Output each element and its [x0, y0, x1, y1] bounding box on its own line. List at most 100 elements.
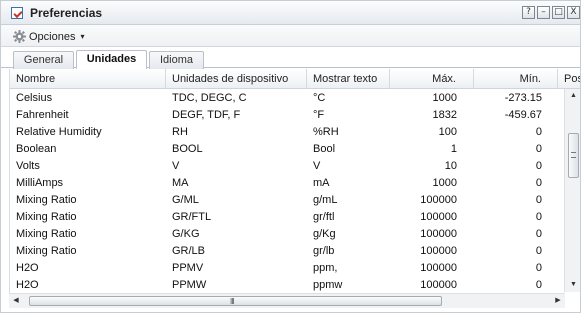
preferences-window: Preferencias ? – □ X Opciones ▾ General …: [0, 0, 581, 313]
cell-min: 0: [535, 279, 542, 291]
cell-mostrar-texto: V: [313, 160, 321, 172]
cell-unidades: GR/FTL: [172, 211, 212, 223]
table-row[interactable]: Mixing Ratio G/KG g/Kg 100000 0: [10, 226, 580, 243]
vertical-scrollbar[interactable]: ▲ ▼: [564, 89, 580, 292]
cell-nombre: H2O: [16, 262, 39, 274]
cell-mostrar-texto: g/mL: [313, 194, 338, 206]
cell-min: 0: [535, 160, 542, 172]
cell-max: 1: [450, 143, 457, 155]
cell-max: 10: [444, 160, 457, 172]
cell-min: 0: [535, 211, 542, 223]
column-header-unidades[interactable]: Unidades de dispositivo: [166, 69, 307, 89]
cell-unidades: MA: [172, 177, 189, 189]
grip-icon: [571, 152, 576, 158]
table-row[interactable]: Mixing Ratio GR/LB gr/lb 100000 0: [10, 243, 580, 260]
cell-unidades: V: [172, 160, 180, 172]
tab-unidades[interactable]: Unidades: [76, 50, 147, 69]
cell-unidades: GR/LB: [172, 245, 206, 257]
close-button[interactable]: X: [567, 6, 580, 19]
cell-mostrar-texto: °F: [313, 109, 325, 121]
cell-nombre: MilliAmps: [16, 177, 64, 189]
cell-unidades: BOOL: [172, 143, 203, 155]
horizontal-scroll-thumb[interactable]: III: [29, 296, 442, 306]
table-row[interactable]: Boolean BOOL Bool 1 0: [10, 141, 580, 158]
vertical-scroll-thumb[interactable]: [568, 133, 579, 178]
scroll-right-icon[interactable]: ▶: [551, 294, 565, 308]
options-menu-button[interactable]: Opciones ▾: [13, 29, 85, 44]
table-row[interactable]: H2O PPMV ppm, 100000 0: [10, 260, 580, 277]
window-controls: ? – □ X: [522, 6, 580, 19]
cell-mostrar-texto: ppm,: [313, 262, 338, 274]
cell-min: 0: [535, 177, 542, 189]
column-header-nombre[interactable]: Nombre: [10, 69, 166, 89]
tab-idioma[interactable]: Idioma: [149, 51, 204, 69]
minimize-button[interactable]: –: [537, 6, 550, 19]
cell-nombre: Mixing Ratio: [16, 228, 77, 240]
cell-min: 0: [535, 245, 542, 257]
cell-max: 1000: [432, 177, 457, 189]
table-row[interactable]: Mixing Ratio GR/FTL gr/ftl 100000 0: [10, 209, 580, 226]
cell-max: 1832: [432, 109, 457, 121]
cell-max: 100000: [420, 279, 457, 291]
tab-general[interactable]: General: [13, 51, 74, 69]
help-button[interactable]: ?: [522, 6, 535, 19]
title-bar: Preferencias ? – □ X: [1, 1, 580, 25]
window-title: Preferencias: [30, 6, 103, 20]
scroll-left-icon[interactable]: ◀: [9, 294, 23, 308]
cell-mostrar-texto: Bool: [313, 143, 336, 155]
cell-min: 0: [535, 228, 542, 240]
cell-mostrar-texto: gr/lb: [313, 245, 335, 257]
cell-max: 100000: [420, 245, 457, 257]
cell-min: 0: [535, 262, 542, 274]
cell-min: 0: [535, 143, 542, 155]
cell-mostrar-texto: %RH: [313, 126, 339, 138]
cell-mostrar-texto: g/Kg: [313, 228, 336, 240]
horizontal-scrollbar[interactable]: ◀ III ▶: [9, 293, 565, 308]
cell-nombre: Volts: [16, 160, 40, 172]
cell-nombre: Boolean: [16, 143, 57, 155]
column-header-mostrar-texto[interactable]: Mostrar texto: [307, 69, 390, 89]
units-table: Nombre Unidades de dispositivo Mostrar t…: [9, 69, 580, 305]
cell-mostrar-texto: °C: [313, 92, 326, 104]
table-row[interactable]: Fahrenheit DEGF, TDF, F °F 1832 -459.67: [10, 107, 580, 124]
tab-strip: General Unidades Idioma: [1, 48, 580, 69]
cell-nombre: Mixing Ratio: [16, 211, 77, 223]
toolbar: Opciones ▾: [1, 25, 580, 47]
table-row[interactable]: H2O PPMW ppmw 100000 0: [10, 277, 580, 294]
column-header-min[interactable]: Mín.: [474, 69, 558, 89]
table-header: Nombre Unidades de dispositivo Mostrar t…: [10, 69, 580, 89]
cell-unidades: DEGF, TDF, F: [172, 109, 241, 121]
scroll-down-icon[interactable]: ▼: [565, 278, 580, 292]
column-header-pos[interactable]: Pos: [558, 69, 580, 89]
cell-max: 1000: [432, 92, 457, 104]
table-row[interactable]: Mixing Ratio G/ML g/mL 100000 0: [10, 192, 580, 209]
cell-max: 100000: [420, 228, 457, 240]
cell-mostrar-texto: ppmw: [313, 279, 343, 291]
gear-icon: [13, 30, 26, 43]
cell-unidades: G/KG: [172, 228, 200, 240]
cell-max: 100000: [420, 262, 457, 274]
column-header-max[interactable]: Máx.: [390, 69, 474, 89]
hscroll-grip: III: [230, 297, 235, 306]
cell-max: 100: [438, 126, 457, 138]
cell-nombre: H2O: [16, 279, 39, 291]
cell-min: 0: [535, 126, 542, 138]
chevron-down-icon: ▾: [80, 32, 85, 41]
table-row[interactable]: MilliAmps MA mA 1000 0: [10, 175, 580, 192]
cell-unidades: PPMW: [172, 279, 207, 291]
cell-min: -273.15: [504, 92, 542, 104]
table-row[interactable]: Celsius TDC, DEGC, C °C 1000 -273.15: [10, 90, 580, 107]
cell-max: 100000: [420, 211, 457, 223]
scroll-up-icon[interactable]: ▲: [565, 89, 580, 103]
cell-nombre: Relative Humidity: [16, 126, 102, 138]
app-checkbox-icon: [11, 7, 23, 19]
table-row[interactable]: Volts V V 10 0: [10, 158, 580, 175]
cell-unidades: RH: [172, 126, 188, 138]
maximize-button[interactable]: □: [552, 6, 565, 19]
cell-max: 100000: [420, 194, 457, 206]
table-row[interactable]: Relative Humidity RH %RH 100 0: [10, 124, 580, 141]
cell-unidades: TDC, DEGC, C: [172, 92, 247, 104]
cell-min: -459.67: [504, 109, 542, 121]
cell-nombre: Mixing Ratio: [16, 194, 77, 206]
cell-nombre: Fahrenheit: [16, 109, 69, 121]
